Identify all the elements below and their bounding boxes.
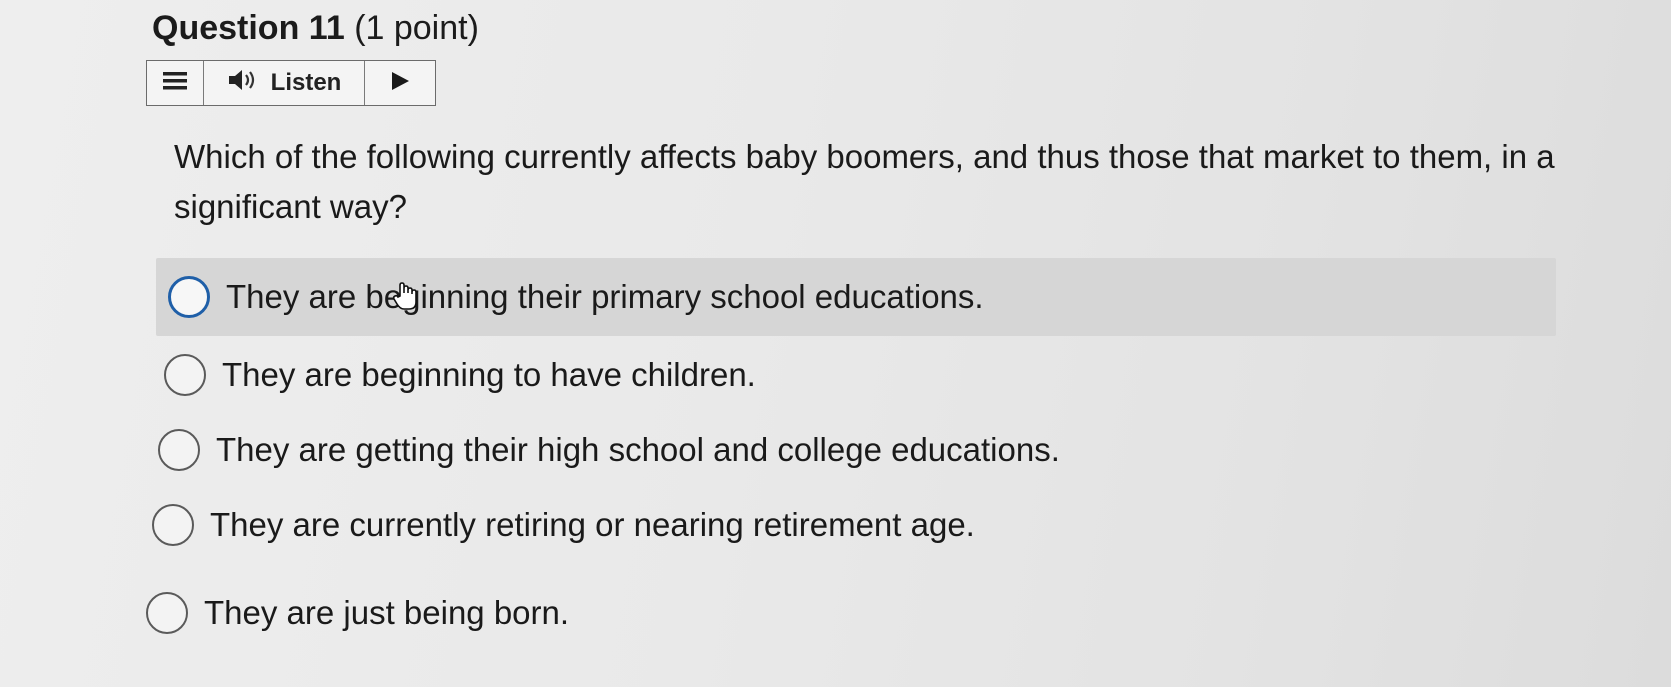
option-label: They are beginning to have children. [222,356,756,393]
radio-button[interactable] [146,592,188,634]
option-2[interactable]: They are beginning to have children. [164,348,756,402]
radio-button[interactable] [168,276,210,318]
read-aloud-toolbar: Listen [146,60,436,106]
question-title: Question 11 [152,9,345,47]
option-4[interactable]: They are currently retiring or nearing r… [152,498,975,552]
option-label: They are beginning their primary school … [226,278,984,315]
question-heading: Question 11 (1 point) [152,4,479,52]
option-label: They are just being born. [204,594,570,631]
play-icon [389,71,411,96]
question-points: (1 point) [354,9,479,47]
question-text: Which of the following currently affects… [174,138,1555,225]
radio-button[interactable] [164,354,206,396]
menu-icon [162,70,188,97]
toolbar-menu-button[interactable] [147,61,204,105]
play-button[interactable] [365,61,435,105]
radio-button[interactable] [152,504,194,546]
listen-button[interactable]: Listen [204,61,365,105]
option-3[interactable]: They are getting their high school and c… [158,423,1060,477]
option-label: They are currently retiring or nearing r… [210,506,975,543]
speaker-icon [227,68,261,99]
hand-cursor-icon [392,282,418,317]
radio-button[interactable] [158,429,200,471]
option-1[interactable]: They are beginning their primary school … [156,258,1556,336]
listen-label: Listen [270,69,342,96]
option-5[interactable]: They are just being born. [146,586,569,640]
option-label: They are getting their high school and c… [216,431,1060,468]
